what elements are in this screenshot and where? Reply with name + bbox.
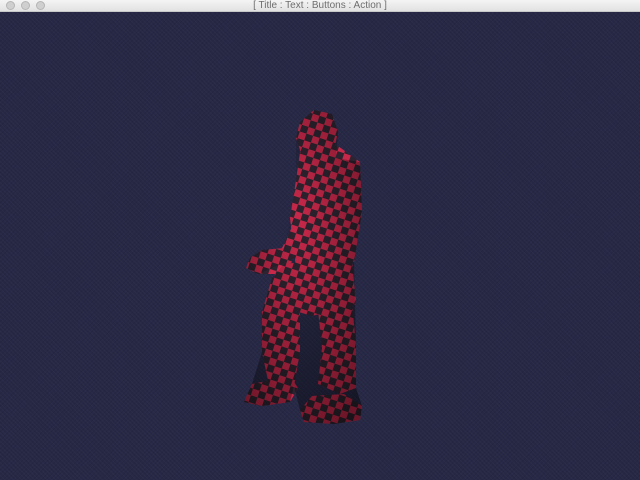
title-bar[interactable]: [ Title : Text : Buttons : Action ] bbox=[0, 0, 640, 12]
character-body bbox=[244, 110, 362, 424]
window-title: [ Title : Text : Buttons : Action ] bbox=[253, 0, 387, 11]
character-model bbox=[244, 110, 362, 424]
render-viewport[interactable] bbox=[0, 12, 640, 480]
app-window: [ Title : Text : Buttons : Action ] bbox=[0, 0, 640, 480]
